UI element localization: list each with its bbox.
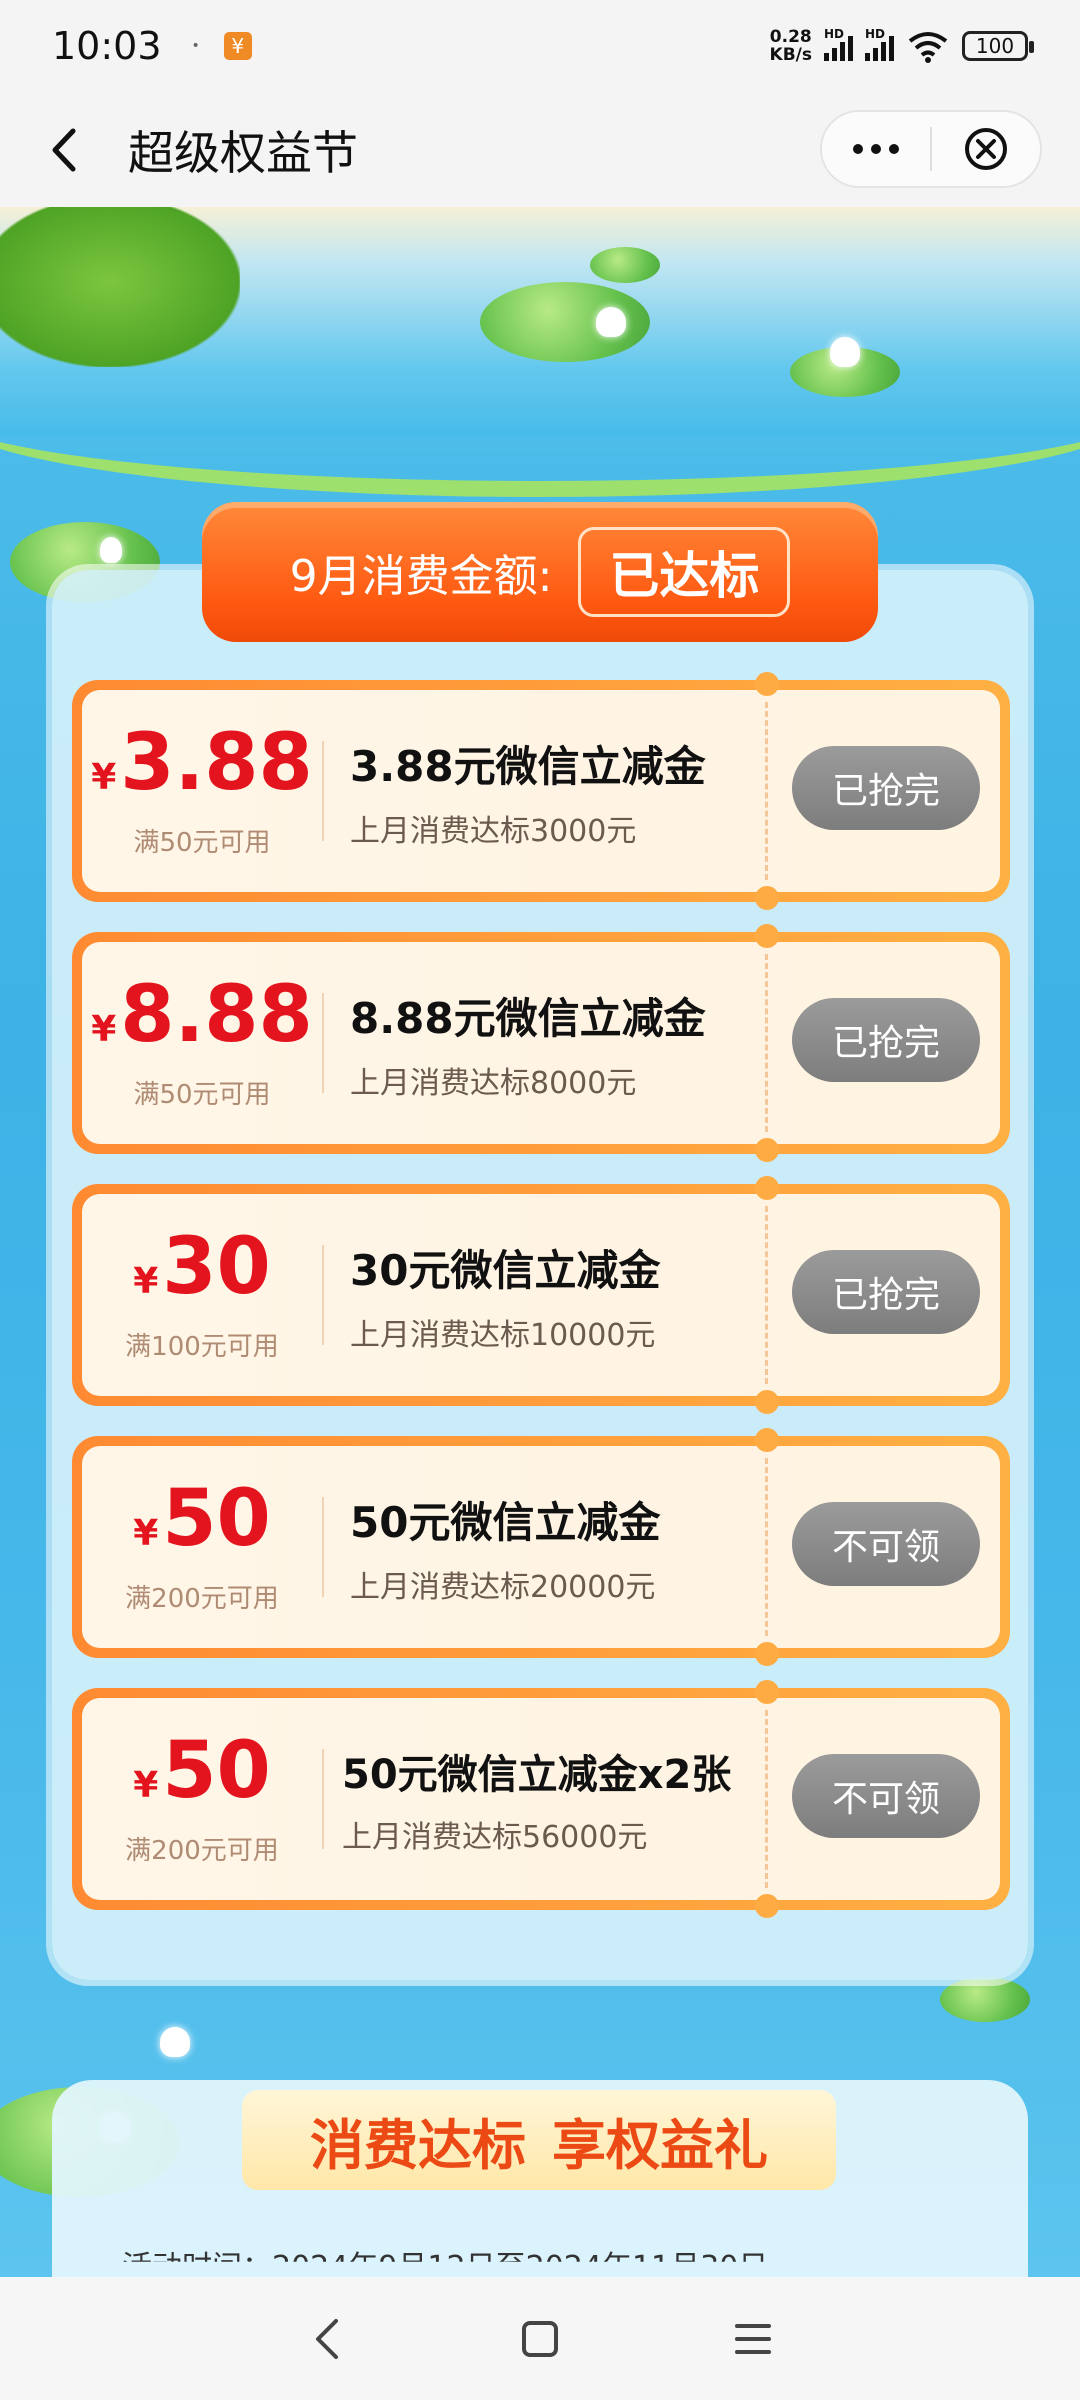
nav-bar: 超级权益节	[0, 92, 1080, 207]
more-dots-icon	[853, 144, 863, 154]
month-label: 9月消费金额:	[289, 551, 553, 602]
battery-level: 100	[975, 34, 1015, 58]
currency-symbol: ¥	[133, 1513, 159, 1554]
status-badge: 已达标	[578, 527, 791, 617]
system-home-button[interactable]	[505, 2304, 575, 2374]
lotus-flower-decoration	[160, 2027, 190, 2057]
coupon-condition: 满200元可用	[125, 1836, 279, 1866]
wifi-icon	[908, 32, 948, 63]
coupon-card: ¥3.88 满50元可用 3.88元微信立减金 上月消费达标3000元 已抢完	[72, 672, 1010, 910]
signal-icon-2: HD	[865, 27, 894, 61]
lily-pad-decoration	[590, 247, 660, 283]
status-bar: 10:03 • ¥ 0.28 KB/s HD HD 100	[0, 0, 1080, 92]
coupon-condition: 满100元可用	[125, 1332, 279, 1362]
chevron-left-icon	[52, 128, 76, 171]
app-notification-icon: ¥	[223, 32, 252, 60]
coupon-dashed-divider	[765, 1458, 768, 1636]
coupon-claim-button[interactable]: 不可领	[792, 1502, 980, 1586]
coupon-condition: 满50元可用	[133, 1080, 271, 1110]
more-button[interactable]	[822, 112, 930, 186]
coupon-amount: 50	[162, 1474, 271, 1564]
close-button[interactable]	[932, 112, 1040, 186]
mini-program-capsule	[820, 110, 1042, 188]
coupon-card: ¥50 满200元可用 50元微信立减金x2张 上月消费达标56000元 不可领	[72, 1680, 1010, 1918]
system-back-button[interactable]	[292, 2304, 362, 2374]
coupon-claim-button[interactable]: 已抢完	[792, 746, 980, 830]
currency-symbol: ¥	[91, 1009, 117, 1050]
coupon-dashed-divider	[765, 954, 768, 1132]
currency-symbol: ¥	[133, 1261, 159, 1302]
coupon-card: ¥8.88 满50元可用 8.88元微信立减金 上月消费达标8000元 已抢完	[72, 924, 1010, 1162]
lily-pad-decoration	[940, 1977, 1030, 2022]
coupon-dashed-divider	[765, 1710, 768, 1888]
close-circle-icon	[964, 128, 1007, 170]
coupon-condition: 满50元可用	[133, 828, 271, 858]
lotus-flower-decoration	[830, 337, 860, 367]
currency-symbol: ¥	[133, 1765, 159, 1806]
month-status-banner: 9月消费金额: 已达标	[202, 502, 878, 642]
signal-icon: HD	[824, 27, 853, 61]
chevron-left-icon	[315, 2318, 338, 2359]
lotus-flower-decoration	[596, 307, 626, 337]
page-title: 超级权益节	[128, 125, 358, 180]
benefits-title-part2: 享权益礼	[552, 2113, 768, 2177]
status-time: 10:03	[52, 24, 162, 68]
menu-lines-icon	[735, 2323, 772, 2354]
square-icon	[521, 2320, 558, 2357]
coupon-claim-button[interactable]: 不可领	[792, 1754, 980, 1838]
coupon-dashed-divider	[765, 702, 768, 880]
coupon-amount: 50	[162, 1726, 271, 1816]
coupon-condition: 满200元可用	[125, 1584, 279, 1614]
system-menu-button[interactable]	[718, 2304, 788, 2374]
system-nav-bar	[0, 2277, 1080, 2400]
network-speed-unit: KB/s	[769, 45, 812, 65]
lotus-flower-decoration	[100, 537, 122, 563]
signal-hd-label: HD	[824, 27, 845, 41]
coupon-claim-button[interactable]: 已抢完	[792, 998, 980, 1082]
network-speed-value: 0.28	[769, 27, 812, 47]
coupon-amount: 3.88	[120, 718, 313, 808]
coupon-amount: 30	[162, 1222, 271, 1312]
battery-icon: 100	[962, 31, 1034, 61]
coupon-dashed-divider	[765, 1206, 768, 1384]
signal-hd-label-2: HD	[865, 27, 886, 41]
network-speed: 0.28 KB/s	[770, 28, 812, 64]
coupon-claim-button[interactable]: 已抢完	[792, 1250, 980, 1334]
currency-symbol: ¥	[91, 757, 117, 798]
coupon-card: ¥50 满200元可用 50元微信立减金 上月消费达标20000元 不可领	[72, 1428, 1010, 1666]
benefits-section-title: 消费达标 享权益礼	[242, 2090, 836, 2190]
benefits-title-part1: 消费达标	[310, 2113, 526, 2177]
coupon-amount: 8.88	[120, 970, 313, 1060]
notification-dot-icon: •	[191, 38, 200, 54]
back-button[interactable]	[34, 120, 94, 180]
coupon-card: ¥30 满100元可用 30元微信立减金 上月消费达标10000元 已抢完	[72, 1176, 1010, 1414]
